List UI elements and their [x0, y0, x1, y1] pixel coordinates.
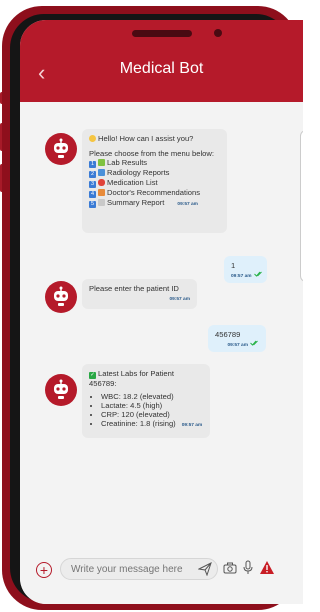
camera-icon[interactable] [223, 562, 237, 574]
menu-item-doctors-recommendations: 4 Doctor's Recommendations [89, 188, 220, 198]
menu-prompt: Please choose from the menu below: [89, 149, 214, 158]
app-header: ‹ Medical Bot [20, 20, 303, 102]
clipboard-icon [98, 189, 105, 196]
speaker-notch [132, 30, 192, 37]
microphone-icon[interactable] [243, 560, 253, 575]
read-check-icon [250, 340, 258, 346]
bot-message-prompt: Please enter the patient ID 09:57 am [82, 279, 197, 309]
read-check-icon [253, 271, 262, 277]
menu-number: 5 [89, 201, 96, 208]
bot-message-lab-results: ✓Latest Labs for Patient 456789: WBC: 18… [82, 364, 210, 438]
robot-avatar-icon [54, 138, 68, 158]
pill-icon [98, 179, 105, 186]
menu-label: Radiology Reports [107, 168, 170, 177]
message-time: 09:57 am [231, 274, 252, 279]
robot-avatar-icon [54, 379, 68, 399]
message-text: 456789 [215, 330, 241, 339]
user-message-choice: 1 09:57 am [224, 256, 267, 283]
check-mark-icon: ✓ [89, 372, 96, 379]
message-input[interactable] [60, 558, 218, 580]
send-icon[interactable] [198, 562, 212, 576]
document-icon [98, 199, 105, 206]
waving-hand-icon [89, 135, 96, 142]
menu-label: Lab Results [107, 158, 148, 167]
message-time: 09:57 am [177, 202, 198, 207]
menu-item-radiology-reports: 2 Radiology Reports [89, 168, 220, 178]
greeting-row: Hello! How can I assist you? [89, 134, 220, 143]
lab-results-title-row: ✓ Latest Labs for Patient 456789: [89, 369, 203, 388]
user-message-patient-id: 456789 09:57 am [208, 325, 266, 352]
menu-item-summary-report: 5 Summary Report 09:57 am [89, 198, 220, 209]
greeting-text: Hello! How can I assist you? [98, 134, 194, 143]
bot-message-menu: Hello! How can I assist you? Please choo… [82, 129, 227, 233]
page-title: Medical Bot [119, 60, 204, 77]
message-list[interactable]: Hello! How can I assist you? Please choo… [20, 102, 303, 550]
bot-avatar [45, 133, 77, 165]
lab-result-item: Lactate: 4.5 (high) [101, 401, 203, 410]
bot-avatar [45, 281, 77, 313]
message-composer: + [20, 550, 303, 604]
message-time: 09:57 am [181, 423, 203, 428]
menu-number: 4 [89, 191, 96, 198]
chat-screen: ‹ Medical Bot Hello! How can I assist yo… [20, 20, 303, 604]
menu-label: Medication List [107, 178, 158, 187]
message-text: 1 [231, 261, 236, 270]
lab-result-item: WBC: 18.2 (elevated) [101, 392, 203, 401]
lab-result-item: Creatinine: 1.8 (rising) 09:57 am [101, 419, 203, 430]
side-panel-edge [300, 130, 303, 282]
message-time: 09:57 am [169, 297, 190, 302]
menu-number: 3 [89, 181, 96, 188]
menu-item-medication-list: 3 Medication List [89, 178, 220, 188]
lab-results-title: Latest Labs for Patient 456789: [89, 369, 174, 388]
message-text: Please enter the patient ID [89, 284, 179, 293]
plus-icon[interactable]: + [36, 562, 52, 578]
front-camera [214, 29, 222, 37]
warning-icon[interactable] [259, 560, 275, 575]
test-tube-icon [98, 159, 105, 166]
menu-label: Doctor's Recommendations [107, 188, 201, 197]
lab-result-item: CRP: 120 (elevated) [101, 410, 203, 419]
menu-number: 1 [89, 161, 96, 168]
robot-avatar-icon [54, 286, 68, 306]
menu-number: 2 [89, 171, 96, 178]
menu-item-lab-results: 1 Lab Results [89, 158, 220, 168]
lab-results-list: WBC: 18.2 (elevated) Lactate: 4.5 (high)… [89, 392, 203, 430]
xray-icon [98, 169, 105, 176]
message-time: 09:57 am [227, 343, 248, 348]
bot-avatar [45, 374, 77, 406]
lab-result-text: Creatinine: 1.8 (rising) [101, 419, 176, 428]
menu-label: Summary Report [107, 198, 165, 207]
